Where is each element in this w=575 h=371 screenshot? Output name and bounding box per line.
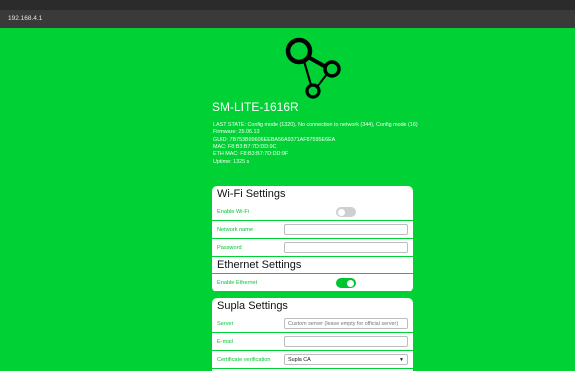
supla-settings-card: Supla Settings Server E-mail Certificate… <box>212 298 413 371</box>
ethernet-enable-label: Enable Ethernet <box>217 279 258 286</box>
toggle-knob <box>347 279 354 287</box>
wifi-enable-label: Enable Wi-Fi <box>217 208 250 215</box>
network-name-row: Network name <box>212 221 413 239</box>
device-info: LAST STATE: Config mode (1320), No conne… <box>213 122 418 166</box>
wifi-enable-row: Enable Wi-Fi <box>212 203 413 221</box>
address-bar[interactable]: 192.168.4.1 <box>0 10 575 28</box>
email-label: E-mail <box>217 338 233 345</box>
supla-settings-title: Supla Settings <box>217 300 288 312</box>
email-input[interactable] <box>284 336 408 347</box>
eth-mac-text: ETH MAC: F8:B3:B7:7D:DD:9F <box>213 151 289 158</box>
certificate-label: Certificate verification <box>217 356 271 363</box>
ethernet-enable-row: Enable Ethernet <box>212 274 413 292</box>
password-row: Password <box>212 239 413 257</box>
password-input[interactable] <box>284 242 408 253</box>
server-input[interactable] <box>284 318 408 329</box>
ethernet-settings-title: Ethernet Settings <box>212 257 413 274</box>
supla-logo-icon <box>285 37 341 99</box>
certificate-select-value: Supla CA <box>288 356 311 363</box>
wifi-settings-title: Wi-Fi Settings <box>217 188 286 200</box>
server-row: Server <box>212 315 413 333</box>
browser-top-bar <box>0 0 575 10</box>
mac-text: MAC: F8:B3:B7:7D:DD:9C <box>213 144 277 151</box>
last-state-text: LAST STATE: Config mode (1320), No conne… <box>213 122 418 128</box>
network-name-input[interactable] <box>284 224 408 235</box>
certificate-select[interactable]: Supla CA ▼ <box>284 354 408 365</box>
uptime-text: Uptime: 1325 s <box>213 158 250 165</box>
toggle-knob <box>338 208 345 216</box>
server-label: Server <box>217 320 234 327</box>
address-text: 192.168.4.1 <box>8 15 43 22</box>
device-name: SM-LITE-1616R <box>212 100 299 114</box>
firmware-text: Firmware: 25.06.13 <box>213 129 260 136</box>
chevron-down-icon: ▼ <box>399 356 404 363</box>
wifi-enable-toggle[interactable] <box>336 207 356 217</box>
email-row: E-mail <box>212 333 413 351</box>
certificate-row: Certificate verification Supla CA ▼ <box>212 351 413 369</box>
network-name-label: Network name <box>217 226 254 233</box>
wifi-ethernet-settings-card: Wi-Fi Settings Enable Wi-Fi Network name… <box>212 186 413 292</box>
ethernet-enable-toggle[interactable] <box>336 278 356 288</box>
guid-text: GUID: 7B753B99606EEBA56A9371AF87595E6EA <box>213 136 336 143</box>
password-label: Password <box>217 244 242 251</box>
